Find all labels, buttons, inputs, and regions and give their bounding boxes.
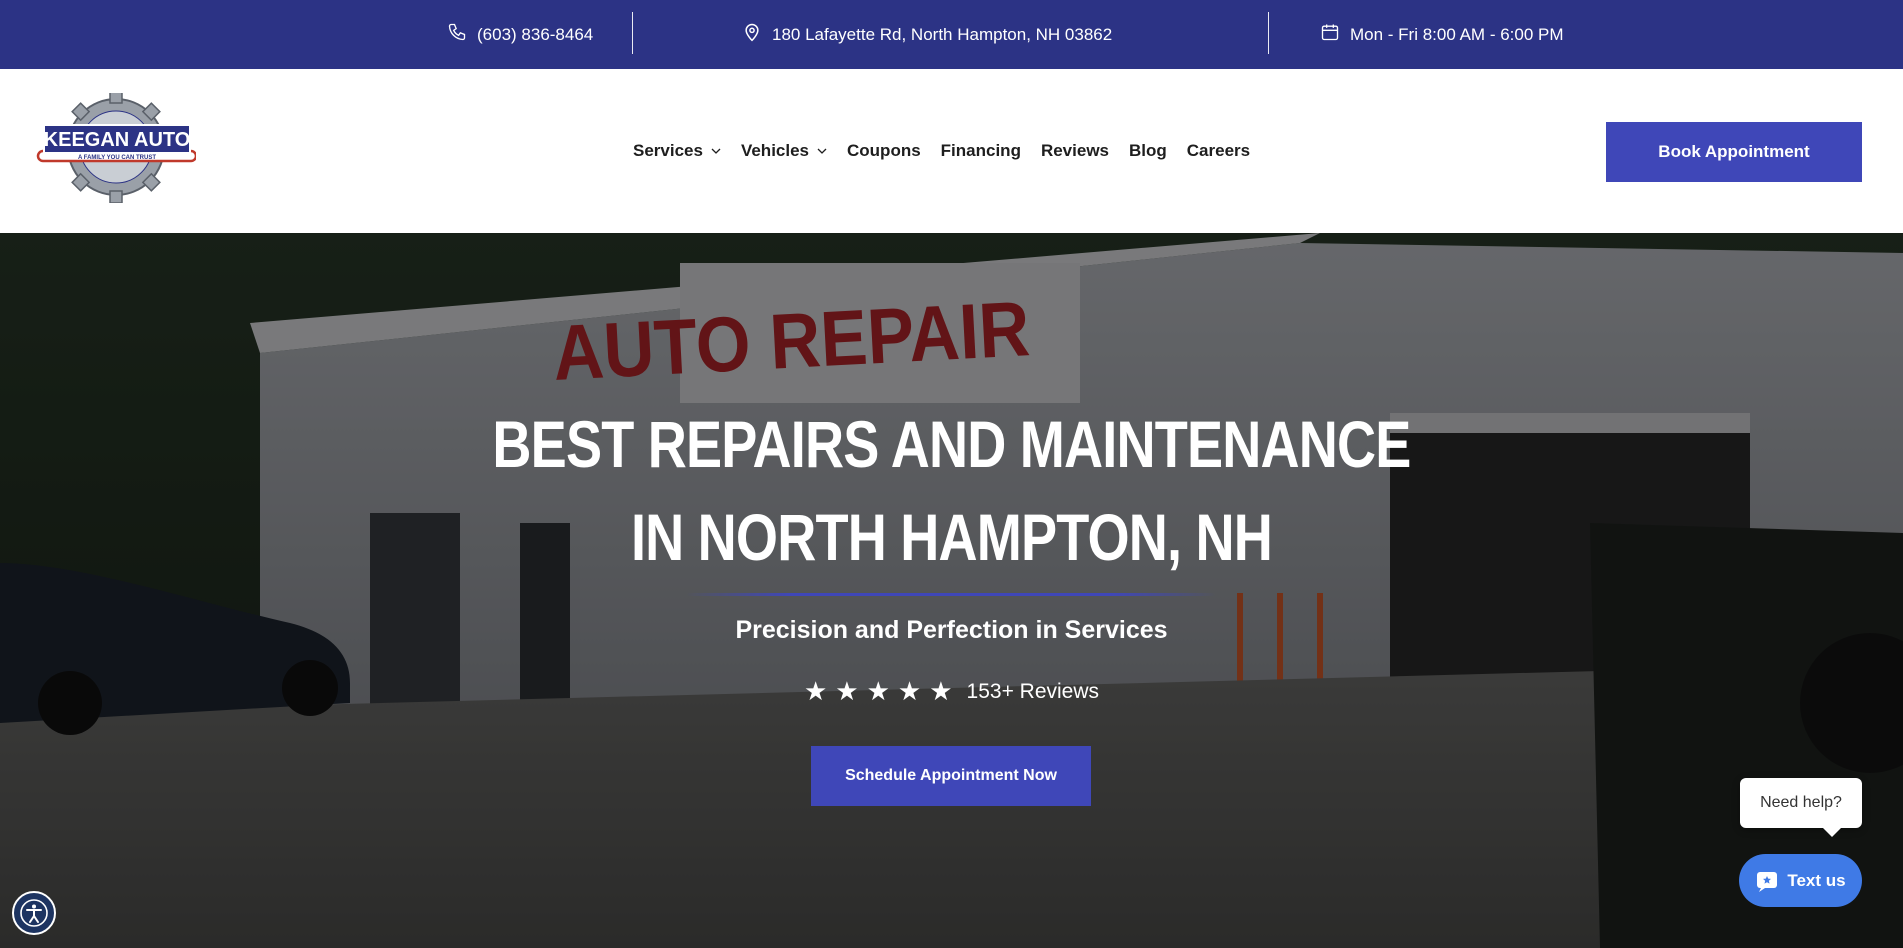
divider — [632, 12, 633, 54]
hero-rating: ★ ★ ★ ★ ★ 153+ Reviews — [0, 676, 1903, 707]
hero-title-line-2: IN NORTH HAMPTON, NH — [630, 500, 1273, 574]
logo-tagline: A FAMILY YOU CAN TRUST — [78, 155, 156, 161]
phone-icon — [447, 22, 467, 47]
hero-title-line-1: BEST REPAIRS AND MAINTENANCE — [492, 407, 1411, 481]
nav-blog[interactable]: Blog — [1129, 141, 1167, 161]
phone-contact[interactable]: (603) 836-8464 — [447, 0, 593, 69]
chat-icon — [1757, 871, 1778, 892]
nav-services[interactable]: Services — [633, 141, 721, 161]
text-us-label[interactable]: Text us — [1787, 871, 1845, 891]
hero-subtitle: Precision and Perfection in Services — [735, 616, 1168, 644]
text-us-button[interactable]: Text us — [1739, 854, 1862, 907]
nav-label[interactable]: Vehicles — [741, 141, 809, 161]
address-text[interactable]: 180 Lafayette Rd, North Hampton, NH 0386… — [772, 25, 1112, 45]
schedule-appointment-button[interactable]: Schedule Appointment Now — [811, 746, 1091, 806]
address-contact[interactable]: 180 Lafayette Rd, North Hampton, NH 0386… — [742, 0, 1112, 69]
hero-divider — [686, 593, 1216, 596]
logo-wordmark: KEEGAN AUTO — [44, 129, 191, 151]
need-help-bubble[interactable]: Need help? — [1740, 778, 1862, 837]
main-nav: Services Vehicles Coupons Financing Revi… — [633, 69, 1250, 233]
chevron-down-icon — [711, 148, 721, 154]
nav-coupons[interactable]: Coupons — [847, 141, 921, 161]
star-icon: ★ — [929, 676, 953, 706]
location-pin-icon — [742, 22, 762, 47]
nav-label[interactable]: Services — [633, 141, 703, 161]
nav-vehicles[interactable]: Vehicles — [741, 141, 827, 161]
hero-section: AUTO REPAIR BEST REPAIRS AND MAINTENANCE… — [0, 233, 1903, 948]
reviews-count[interactable]: 153+ Reviews — [967, 680, 1100, 704]
nav-careers[interactable]: Careers — [1187, 141, 1250, 161]
hero-dark-overlay — [0, 233, 1903, 948]
star-icon: ★ — [866, 676, 890, 706]
hours-info: Mon - Fri 8:00 AM - 6:00 PM — [1320, 0, 1564, 69]
site-header: KEEGAN AUTO A FAMILY YOU CAN TRUST Servi… — [0, 69, 1903, 233]
calendar-icon — [1320, 22, 1340, 47]
star-icon: ★ — [803, 676, 828, 706]
nav-reviews[interactable]: Reviews — [1041, 141, 1109, 161]
keegan-auto-logo[interactable]: KEEGAN AUTO A FAMILY YOU CAN TRUST — [36, 90, 198, 204]
hours-text: Mon - Fri 8:00 AM - 6:00 PM — [1350, 24, 1564, 44]
rating-stars: ★ ★ ★ ★ ★ — [804, 676, 953, 707]
phone-number[interactable]: (603) 836-8464 — [477, 25, 593, 45]
book-appointment-button[interactable]: Book Appointment — [1606, 122, 1862, 182]
top-info-bar: (603) 836-8464 180 Lafayette Rd, North H… — [0, 0, 1903, 69]
divider — [1268, 12, 1269, 54]
star-icon: ★ — [897, 676, 922, 706]
accessibility-icon — [20, 899, 48, 927]
nav-financing[interactable]: Financing — [941, 141, 1021, 161]
star-icon: ★ — [835, 676, 859, 706]
accessibility-button[interactable] — [12, 891, 56, 935]
chevron-down-icon — [817, 148, 827, 154]
